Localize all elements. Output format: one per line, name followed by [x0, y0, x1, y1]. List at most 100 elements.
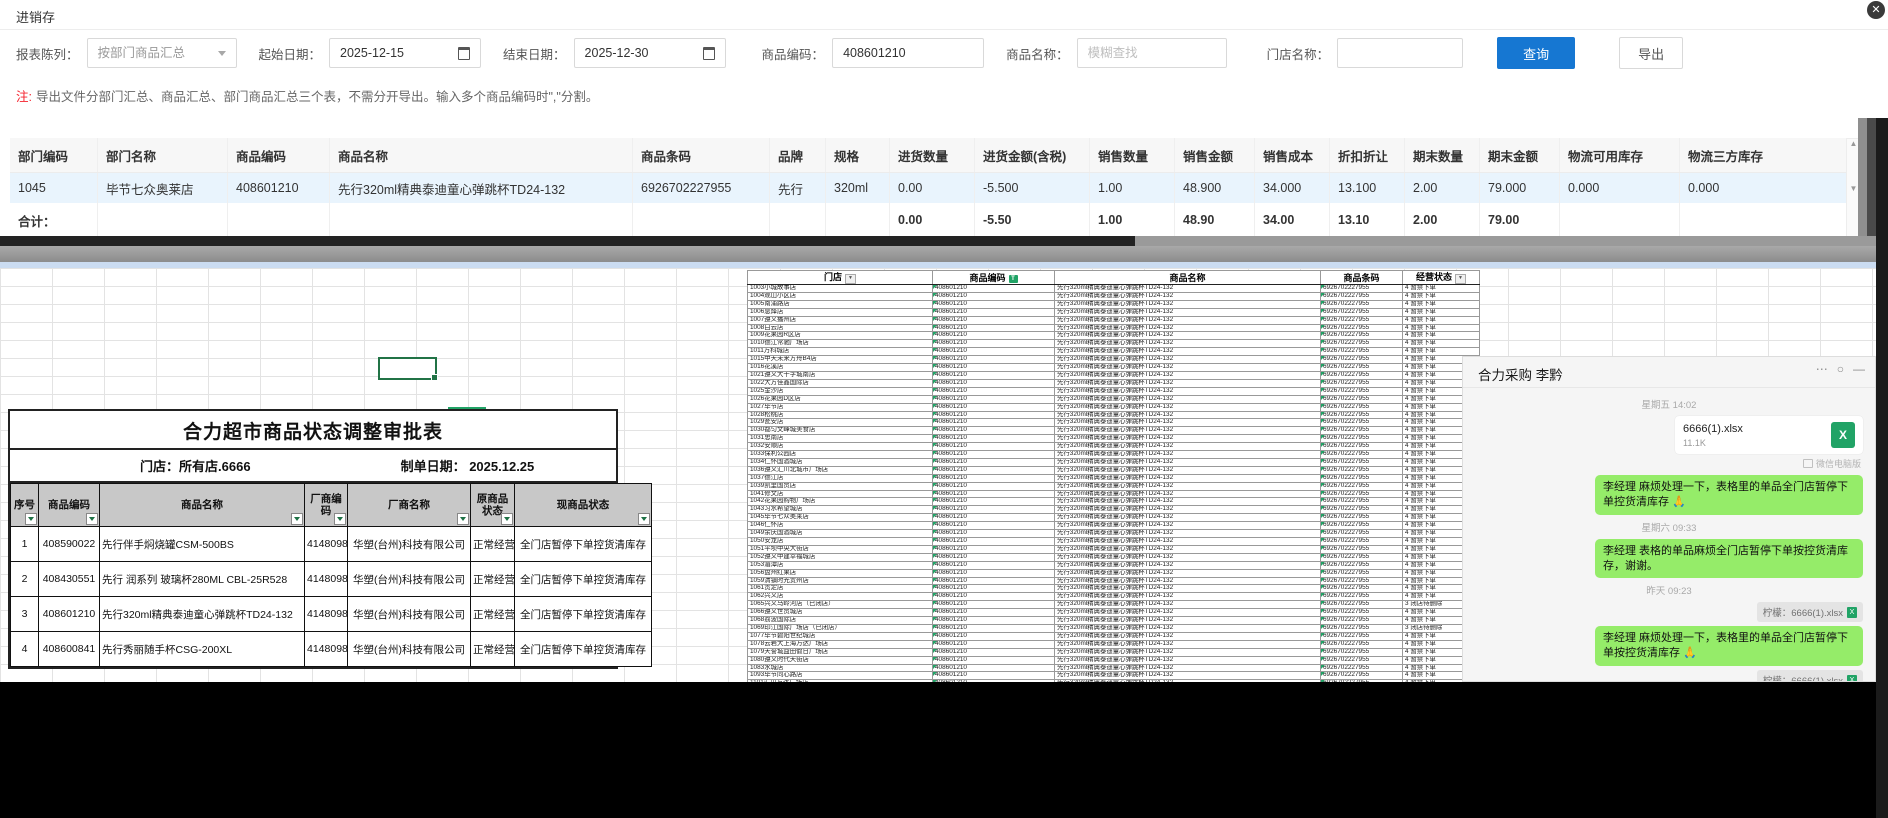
store-row: 1101汇川万达广场店408601210先行320ml精典泰迪童心弹跳杯TD24…	[747, 679, 1480, 682]
filter-dropdown-icon[interactable]	[334, 513, 346, 525]
barcode-cell: 6926702227955	[1320, 291, 1403, 301]
store-name-cell: 1009花果园R区店	[747, 331, 933, 341]
form-cell: 华塑(台州)科技有限公司	[347, 561, 471, 597]
report-cell: 320ml	[825, 172, 890, 203]
end-date-input[interactable]: 2025-12-30	[573, 38, 726, 68]
barcode-cell: 6926702227955	[1320, 370, 1403, 380]
product-name-cell: 先行320ml精典泰迪童心弹跳杯TD24-132	[1054, 481, 1321, 491]
file-name: 6666(1).xlsx	[1683, 422, 1743, 435]
barcode-cell: 6926702227955	[1320, 671, 1403, 681]
store-row: 1026花果园D区店 408601210 先行320ml精典泰迪童心弹跳杯TD24-…	[747, 394, 1480, 404]
horizontal-scrollbar-thumb[interactable]	[0, 236, 1135, 246]
filter-dropdown-icon[interactable]	[457, 513, 469, 525]
chat-record-icon[interactable]: ○	[1837, 362, 1844, 376]
chat-quote-chip[interactable]: 柠檬：6666(1).xlsx X	[1756, 602, 1863, 623]
store-name-cell: 1061贵定店	[747, 584, 933, 594]
product-name-cell: 先行320ml精典泰迪童心弹跳杯TD24-132	[1054, 299, 1321, 309]
chat-more-icon[interactable]: ⋯	[1816, 362, 1828, 376]
store-row: 1037德江店 408601210 先行320ml精典泰迪童心弹跳杯TD24-132…	[747, 473, 1480, 483]
product-name-cell: 先行320ml精典泰迪童心弹跳杯TD24-132	[1054, 576, 1321, 586]
filter-dropdown-icon[interactable]	[638, 513, 650, 525]
product-code-cell: 408601210	[932, 663, 1055, 673]
start-date-input[interactable]: 2025-12-15	[329, 38, 482, 68]
product-code-input[interactable]	[832, 38, 985, 68]
chat-minimize-icon[interactable]: —	[1853, 362, 1865, 376]
barcode-cell: 6926702227955	[1320, 355, 1403, 365]
total-cell: 2.00	[1404, 203, 1480, 236]
product-name-input[interactable]	[1076, 38, 1227, 68]
status-cell: 4 暂禁下单	[1402, 347, 1480, 357]
chat-title: 合力采购 李黔	[1478, 368, 1563, 383]
column-header: 规格	[825, 138, 890, 173]
report-cell: 毕节七众奥莱店	[97, 172, 228, 203]
filter-dropdown-icon[interactable]	[25, 513, 37, 525]
filter-dropdown-icon[interactable]	[501, 513, 513, 525]
filter-active-icon[interactable]: T	[1008, 274, 1018, 283]
product-name-cell: 先行320ml精典泰迪童心弹跳杯TD24-132	[1054, 402, 1321, 412]
product-code-cell: 408601210	[932, 426, 1055, 436]
filter-dropdown-icon[interactable]: ▼	[845, 274, 856, 284]
store-name-cell: 1029瓮安店	[747, 418, 933, 428]
chat-header: 合力采购 李黔 ⋯ ○ —	[1463, 357, 1875, 388]
total-cell	[1679, 203, 1850, 236]
store-name-cell: 1026花果园D区店	[747, 394, 933, 404]
page-title: 进销存	[16, 10, 56, 25]
report-type-select[interactable]: 按部门商品汇总	[86, 38, 237, 68]
store-name-cell: 1077毕节碧阳世纪城店	[747, 631, 933, 641]
barcode-cell: 6926702227955	[1320, 513, 1403, 523]
store-row: 1003小城故事店 408601210 先行320ml精典泰迪童心弹跳杯TD24-1…	[747, 284, 1480, 293]
chat-file-card[interactable]: 6666(1).xlsx 11.1K X	[1675, 416, 1863, 454]
product-name-cell: 先行320ml精典泰迪童心弹跳杯TD24-132	[1054, 631, 1321, 641]
store-name-cell: 1010德江常驰广场店	[747, 339, 933, 349]
end-date-value: 2025-12-30	[584, 46, 649, 60]
filter-dropdown-icon[interactable]: ▼	[1455, 274, 1466, 284]
store-row: 1005南浦路店 408601210 先行320ml精典泰迪童心弹跳杯TD24-13…	[747, 299, 1480, 309]
store-row: 1080遵义时代天街店 408601210 先行320ml精典泰迪童心弹跳杯TD24…	[747, 655, 1480, 665]
barcode-cell: 6926702227955	[1320, 457, 1403, 467]
barcode-cell: 6926702227955	[1320, 284, 1403, 293]
product-code-cell: 408601210	[932, 584, 1055, 594]
barcode-cell: 6926702227955	[1320, 394, 1403, 404]
store-row: 1049余庆国酒城店 408601210 先行320ml精典泰迪童心弹跳杯TD24-…	[747, 529, 1480, 538]
product-code-cell: 408601210	[932, 307, 1055, 317]
product-code-cell: 408601210	[932, 481, 1055, 491]
product-code-cell: 408601210	[932, 497, 1055, 507]
horizontal-scrollbar-track[interactable]	[1135, 236, 1876, 246]
form-store-value: 所有店.6666	[179, 459, 251, 474]
store-name-label: 门店名称：	[1266, 47, 1330, 62]
product-name-cell: 先行320ml精典泰迪童心弹跳杯TD24-132	[1054, 671, 1321, 681]
product-code-cell: 408601210	[932, 402, 1055, 412]
barcode-cell: 6926702227955	[1320, 631, 1403, 641]
selected-cell[interactable]	[378, 357, 438, 381]
barcode-cell: 6926702227955	[1320, 544, 1403, 554]
product-code-cell: 408601210	[932, 647, 1055, 657]
column-header: 销售金额	[1174, 138, 1255, 173]
panel-titlebar: 进销存	[0, 0, 1888, 30]
report-cell: 2.00	[1404, 172, 1480, 203]
barcode-cell: 6926702227955	[1320, 363, 1403, 372]
close-icon[interactable]: ✕	[1867, 1, 1885, 19]
total-cell: 48.90	[1174, 203, 1255, 236]
store-row: 1039凯里国贸店 408601210 先行320ml精典泰迪童心弹跳杯TD24-1…	[747, 481, 1480, 491]
report-cell: 0.000	[1679, 172, 1850, 203]
filter-dropdown-icon[interactable]	[291, 513, 303, 525]
barcode-cell: 6926702227955	[1320, 426, 1403, 436]
filter-dropdown-icon[interactable]	[86, 513, 98, 525]
query-button[interactable]: 查询	[1497, 37, 1576, 69]
form-cell: 1	[10, 526, 39, 562]
barcode-cell: 6926702227955	[1320, 489, 1403, 499]
product-code-cell: 408601210	[932, 489, 1055, 499]
store-name-input[interactable]	[1337, 38, 1464, 68]
form-cell: 正常经营	[470, 631, 515, 667]
store-name-cell: 1036遵义汇川北城市广场店	[747, 465, 933, 475]
export-button[interactable]: 导出	[1619, 37, 1684, 69]
store-row: 1030都匀文峰城美食店 408601210 先行320ml精典泰迪童心弹跳杯TD2…	[747, 426, 1480, 436]
chat-quote-chip[interactable]: 柠檬：6666(1).xlsx X	[1756, 670, 1863, 681]
product-name-cell: 先行320ml精典泰迪童心弹跳杯TD24-132	[1054, 544, 1321, 554]
barcode-cell: 6926702227955	[1320, 418, 1403, 428]
product-name-cell: 先行320ml精典泰迪童心弹跳杯TD24-132	[1054, 450, 1321, 459]
product-name-cell: 先行320ml精典泰迪童心弹跳杯TD24-132	[1054, 521, 1321, 531]
store-row: 1045毕节七众奥莱店 408601210 先行320ml精典泰迪童心弹跳杯TD24…	[747, 513, 1480, 523]
store-name-cell: 1050安龙店	[747, 537, 933, 546]
store-row: 1007遵义播州店 408601210 先行320ml精典泰迪童心弹跳杯TD24-1…	[747, 315, 1480, 325]
